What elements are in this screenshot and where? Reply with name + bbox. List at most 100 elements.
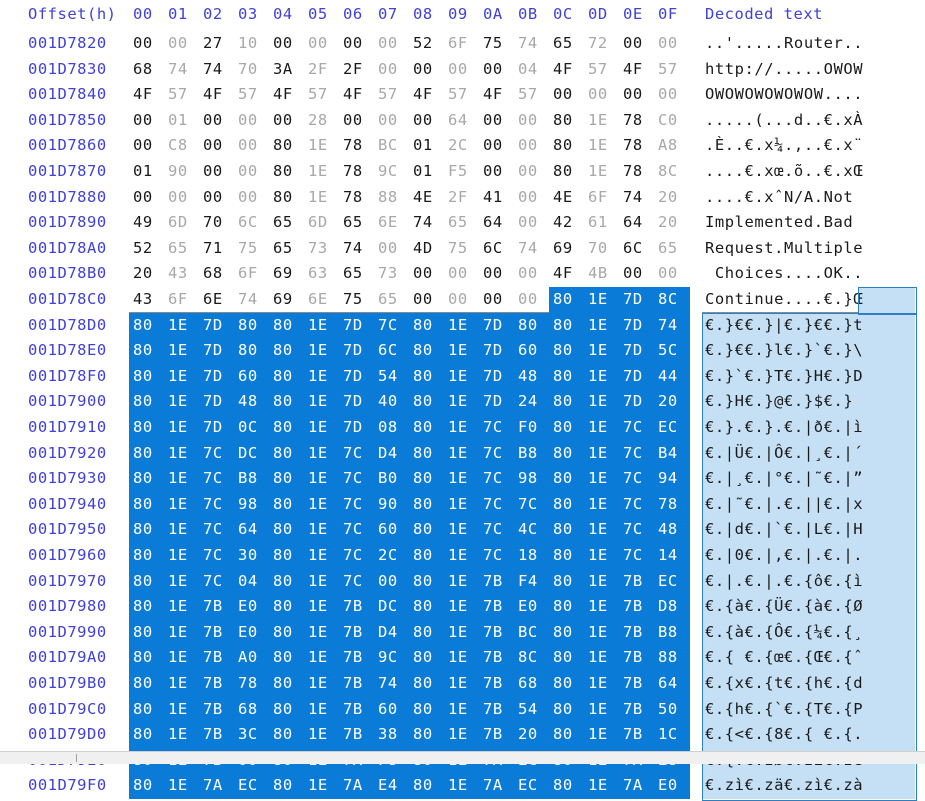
byte-cell[interactable]: 60 <box>518 338 553 364</box>
byte-cell[interactable]: 7C <box>483 543 518 569</box>
byte-cell[interactable]: 63 <box>308 261 343 287</box>
byte-cell[interactable]: 00 <box>518 185 553 211</box>
byte-cell[interactable]: 80 <box>273 620 308 646</box>
byte-cell[interactable]: 6D <box>308 210 343 236</box>
byte-cell[interactable]: 52 <box>413 31 448 57</box>
decoded-text[interactable]: Implemented.Bad <box>705 210 863 236</box>
byte-cell[interactable]: 7B <box>483 671 518 697</box>
byte-cell[interactable]: 01 <box>133 159 168 185</box>
byte-cell[interactable]: 65 <box>273 236 308 262</box>
byte-cell[interactable]: 00 <box>238 108 273 134</box>
byte-cell[interactable]: 1E <box>588 108 623 134</box>
byte-cell[interactable]: 7C <box>623 466 658 492</box>
byte-cell[interactable]: 1E <box>308 159 343 185</box>
byte-cell[interactable]: 00 <box>203 185 238 211</box>
byte-cell[interactable]: 80 <box>273 492 308 518</box>
byte-cell[interactable]: 7D <box>203 364 238 390</box>
byte-cell[interactable]: 78 <box>343 185 378 211</box>
byte-cell[interactable]: 75 <box>483 31 518 57</box>
byte-cell[interactable]: 7C <box>483 517 518 543</box>
byte-cell[interactable]: 1E <box>168 697 203 723</box>
byte-cell[interactable]: 80 <box>273 466 308 492</box>
byte-cell[interactable]: 28 <box>308 108 343 134</box>
byte-cell[interactable]: 80 <box>133 569 168 595</box>
byte-cell[interactable]: 6C <box>623 236 658 262</box>
byte-cell[interactable]: 4F <box>413 82 448 108</box>
byte-cell[interactable]: 24 <box>518 389 553 415</box>
byte-cell[interactable]: 80 <box>553 466 588 492</box>
byte-cell[interactable]: 80 <box>273 773 308 799</box>
byte-cell[interactable]: 6F <box>448 31 483 57</box>
byte-cell[interactable]: 80 <box>553 159 588 185</box>
byte-cell[interactable]: F5 <box>448 159 483 185</box>
byte-cell[interactable]: 80 <box>553 364 588 390</box>
byte-cells[interactable]: 80 1E 7C 30 80 1E 7C 2C 80 1E 7C 18 80 1E 7C 14 <box>133 543 693 569</box>
byte-cell[interactable]: 78 <box>343 159 378 185</box>
byte-cell[interactable]: 88 <box>378 185 413 211</box>
byte-cell[interactable]: 1E <box>308 185 343 211</box>
byte-cell[interactable]: 4F <box>553 261 588 287</box>
byte-cell[interactable]: 80 <box>413 697 448 723</box>
byte-cell[interactable]: 80 <box>133 671 168 697</box>
byte-cell[interactable]: 65 <box>343 210 378 236</box>
byte-cell[interactable]: 70 <box>588 236 623 262</box>
byte-cell[interactable]: 80 <box>133 313 168 339</box>
byte-cell[interactable]: 74 <box>168 57 203 83</box>
byte-cell[interactable]: 7C <box>203 517 238 543</box>
byte-cell[interactable]: 65 <box>378 287 413 313</box>
byte-cell[interactable]: 1E <box>168 492 203 518</box>
byte-cell[interactable]: 7D <box>343 389 378 415</box>
byte-cell[interactable]: 20 <box>658 210 693 236</box>
byte-cell[interactable]: 78 <box>623 108 658 134</box>
byte-cell[interactable]: 74 <box>238 287 273 313</box>
byte-cell[interactable]: 80 <box>133 594 168 620</box>
byte-cell[interactable]: 1E <box>448 722 483 748</box>
byte-cell[interactable]: 74 <box>343 236 378 262</box>
byte-cell[interactable]: 57 <box>658 57 693 83</box>
byte-cell[interactable]: 80 <box>273 722 308 748</box>
byte-cell[interactable]: 80 <box>413 313 448 339</box>
byte-cell[interactable]: 7D <box>623 313 658 339</box>
byte-cell[interactable]: 00 <box>343 108 378 134</box>
byte-cell[interactable]: 57 <box>518 82 553 108</box>
byte-cell[interactable]: 7B <box>623 645 658 671</box>
byte-cell[interactable]: 30 <box>238 543 273 569</box>
byte-cell[interactable]: 00 <box>518 210 553 236</box>
byte-cell[interactable]: 80 <box>413 773 448 799</box>
byte-cells[interactable]: 49 6D 70 6C 65 6D 65 6E 74 65 64 00 42 61 64 20 <box>133 210 693 236</box>
byte-cell[interactable]: 1E <box>308 620 343 646</box>
decoded-text[interactable]: €.}.€.}.€.|ð€.|ì <box>705 415 863 441</box>
byte-cell[interactable]: 7C <box>483 441 518 467</box>
byte-cell[interactable]: 7D <box>343 415 378 441</box>
byte-cells[interactable]: 80 1E 7A EC 80 1E 7A E4 80 1E 7A EC 80 1E 7A E0 <box>133 773 693 799</box>
decoded-text[interactable]: €.{x€.{t€.{h€.{d <box>705 671 863 697</box>
byte-cell[interactable]: 7D <box>203 338 238 364</box>
byte-cell[interactable]: 1E <box>448 645 483 671</box>
byte-cell[interactable]: 42 <box>553 210 588 236</box>
byte-cell[interactable]: 88 <box>658 645 693 671</box>
byte-cell[interactable]: 7C <box>203 466 238 492</box>
byte-cell[interactable]: 80 <box>273 671 308 697</box>
byte-cell[interactable]: 80 <box>273 364 308 390</box>
byte-cell[interactable]: 80 <box>553 773 588 799</box>
byte-cell[interactable]: 7A <box>343 773 378 799</box>
decoded-text[interactable]: €.}€€.}l€.}`€.}\ <box>705 338 863 364</box>
byte-cell[interactable]: 1E <box>308 594 343 620</box>
decoded-text[interactable]: OWOWOWOWOWOW.... <box>705 82 863 108</box>
byte-cell[interactable]: 7B <box>483 620 518 646</box>
byte-cell[interactable]: D4 <box>378 441 413 467</box>
decoded-text[interactable]: €.}H€.}@€.}$€.} <box>705 389 863 415</box>
byte-cell[interactable]: 80 <box>133 517 168 543</box>
byte-cell[interactable]: 1E <box>448 415 483 441</box>
byte-cell[interactable]: 80 <box>133 441 168 467</box>
byte-cell[interactable]: 00 <box>238 185 273 211</box>
byte-cell[interactable]: 7A <box>623 773 658 799</box>
decoded-text[interactable]: ....€.xœ.õ..€.xŒ <box>705 159 863 185</box>
byte-cell[interactable]: 68 <box>518 671 553 697</box>
byte-cell[interactable]: 7D <box>483 313 518 339</box>
byte-cell[interactable]: 00 <box>273 108 308 134</box>
byte-cell[interactable]: 7C <box>343 517 378 543</box>
decoded-text[interactable]: €.|Ü€.|Ô€.|¸€.|´ <box>705 441 863 467</box>
byte-cell[interactable]: 74 <box>378 671 413 697</box>
byte-cell[interactable]: 48 <box>238 389 273 415</box>
